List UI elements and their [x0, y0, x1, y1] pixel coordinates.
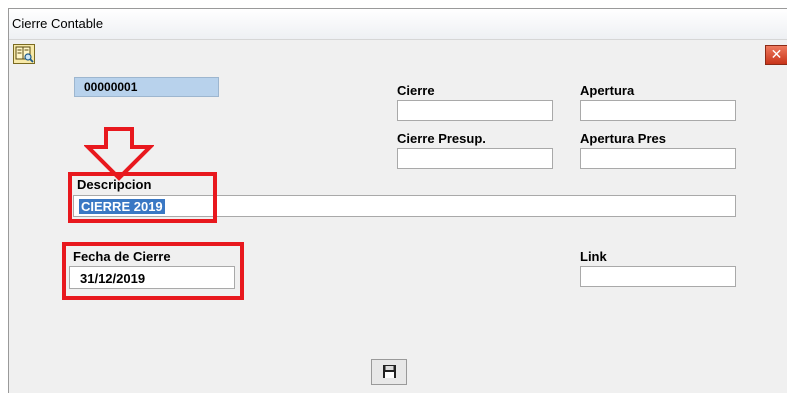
cierre-presup-label: Cierre Presup.	[397, 131, 486, 146]
save-disk-icon	[383, 365, 396, 378]
fecha-cierre-highlight	[62, 242, 244, 300]
apertura-input[interactable]	[580, 100, 736, 121]
save-button[interactable]	[371, 359, 407, 385]
cierre-presup-input[interactable]	[397, 148, 553, 169]
window-title: Cierre Contable	[12, 16, 104, 31]
close-icon: ✕	[770, 46, 783, 62]
record-id: 00000001	[74, 77, 219, 97]
close-button[interactable]: ✕	[765, 45, 787, 65]
book-search-icon[interactable]	[13, 44, 35, 64]
descripcion-highlight	[68, 172, 217, 223]
cierre-label: Cierre	[397, 83, 435, 98]
link-label: Link	[580, 249, 607, 264]
cierre-input[interactable]	[397, 100, 553, 121]
apertura-pres-label: Apertura Pres	[580, 131, 666, 146]
apertura-label: Apertura	[580, 83, 635, 98]
cierre-contable-window: Cierre Contable ✕ 00000001 Cierre Apertu…	[8, 8, 787, 393]
title-bar: Cierre Contable	[9, 9, 787, 40]
apertura-pres-input[interactable]	[580, 148, 736, 169]
link-input[interactable]	[580, 266, 736, 287]
